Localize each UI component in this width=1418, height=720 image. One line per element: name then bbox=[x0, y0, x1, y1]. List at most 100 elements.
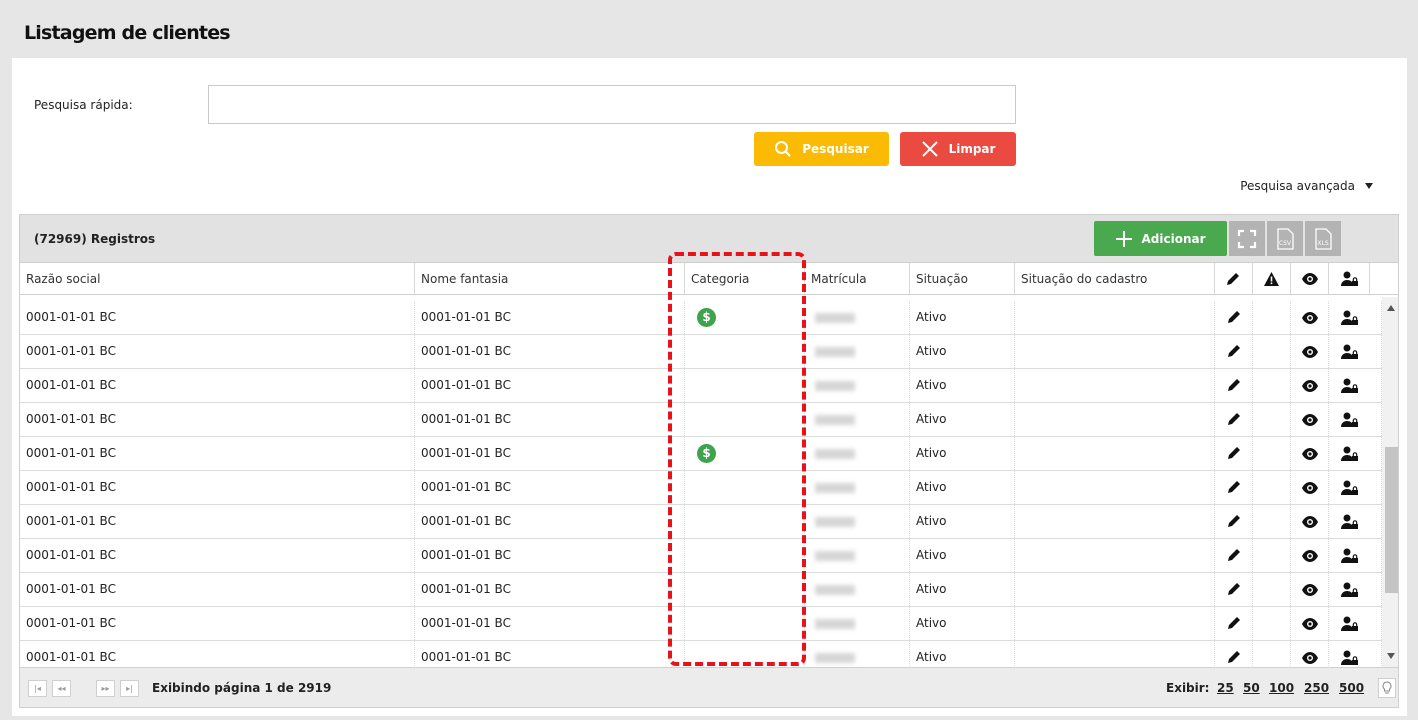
col-header-categoria[interactable]: Categoria bbox=[685, 263, 805, 295]
cell-view[interactable] bbox=[1291, 471, 1329, 504]
user-lock-icon[interactable] bbox=[1341, 513, 1359, 531]
cell-view[interactable] bbox=[1291, 335, 1329, 368]
col-header-situacao-cadastro[interactable]: Situação do cadastro bbox=[1015, 263, 1215, 295]
cell-user-access[interactable] bbox=[1329, 301, 1382, 334]
quick-search-input[interactable] bbox=[208, 85, 1016, 124]
col-header-nome-fantasia[interactable]: Nome fantasia bbox=[415, 263, 685, 295]
add-button[interactable]: Adicionar bbox=[1094, 221, 1227, 256]
eye-icon[interactable] bbox=[1301, 515, 1319, 529]
table-row[interactable]: 0001-01-01 BC 0001-01-01 BC Ativo bbox=[20, 539, 1382, 573]
page-size-500[interactable]: 500 bbox=[1339, 681, 1364, 695]
user-lock-icon[interactable] bbox=[1341, 615, 1359, 633]
table-row[interactable]: 0001-01-01 BC 0001-01-01 BC Ativo bbox=[20, 403, 1382, 437]
pencil-icon[interactable] bbox=[1226, 309, 1242, 325]
pencil-icon[interactable] bbox=[1226, 377, 1242, 393]
fullscreen-button[interactable] bbox=[1229, 221, 1265, 256]
table-row[interactable]: 0001-01-01 BC 0001-01-01 BC Ativo bbox=[20, 369, 1382, 403]
cell-user-access[interactable] bbox=[1329, 369, 1382, 402]
cell-user-access[interactable] bbox=[1329, 505, 1382, 538]
next-page-button[interactable]: ▸▸ bbox=[96, 680, 115, 697]
pencil-icon[interactable] bbox=[1226, 445, 1242, 461]
cell-edit[interactable] bbox=[1215, 369, 1253, 402]
cell-user-access[interactable] bbox=[1329, 403, 1382, 436]
user-lock-icon[interactable] bbox=[1341, 581, 1359, 599]
pencil-icon[interactable] bbox=[1226, 547, 1242, 563]
col-header-matricula[interactable]: Matrícula bbox=[805, 263, 910, 295]
cell-view[interactable] bbox=[1291, 505, 1329, 538]
pencil-icon[interactable] bbox=[1226, 479, 1242, 495]
cell-user-access[interactable] bbox=[1329, 471, 1382, 504]
eye-icon[interactable] bbox=[1301, 345, 1319, 359]
cell-view[interactable] bbox=[1291, 403, 1329, 436]
cell-view[interactable] bbox=[1291, 301, 1329, 334]
page-size-50[interactable]: 50 bbox=[1243, 681, 1260, 695]
table-row[interactable]: 0001-01-01 BC 0001-01-01 BC Ativo bbox=[20, 573, 1382, 607]
vertical-scrollbar[interactable] bbox=[1382, 297, 1398, 667]
col-header-razao-social[interactable]: Razão social bbox=[20, 263, 415, 295]
cell-user-access[interactable] bbox=[1329, 573, 1382, 606]
export-xls-button[interactable]: XLS bbox=[1305, 221, 1341, 256]
cell-edit[interactable] bbox=[1215, 573, 1253, 606]
scroll-up-icon[interactable] bbox=[1387, 305, 1395, 311]
user-lock-icon[interactable] bbox=[1341, 377, 1359, 395]
cell-user-access[interactable] bbox=[1329, 335, 1382, 368]
cell-view[interactable] bbox=[1291, 437, 1329, 470]
page-size-250[interactable]: 250 bbox=[1304, 681, 1329, 695]
pencil-icon[interactable] bbox=[1226, 649, 1242, 665]
user-lock-icon[interactable] bbox=[1341, 445, 1359, 463]
pencil-icon[interactable] bbox=[1226, 615, 1242, 631]
pencil-icon[interactable] bbox=[1226, 513, 1242, 529]
user-lock-icon[interactable] bbox=[1341, 309, 1359, 327]
cell-edit[interactable] bbox=[1215, 471, 1253, 504]
search-button[interactable]: Pesquisar bbox=[754, 132, 889, 166]
pencil-icon[interactable] bbox=[1226, 581, 1242, 597]
pencil-icon[interactable] bbox=[1226, 411, 1242, 427]
cell-edit[interactable] bbox=[1215, 505, 1253, 538]
table-row[interactable]: 0001-01-01 BC 0001-01-01 BC Ativo bbox=[20, 471, 1382, 505]
last-page-button[interactable]: ▸| bbox=[120, 680, 139, 697]
cell-edit[interactable] bbox=[1215, 335, 1253, 368]
cell-edit[interactable] bbox=[1215, 539, 1253, 572]
eye-icon[interactable] bbox=[1301, 651, 1319, 665]
lightbulb-icon[interactable] bbox=[1378, 678, 1396, 698]
scroll-thumb[interactable] bbox=[1385, 447, 1398, 593]
cell-view[interactable] bbox=[1291, 573, 1329, 606]
table-row[interactable]: 0001-01-01 BC 0001-01-01 BC Ativo bbox=[20, 607, 1382, 641]
cell-user-access[interactable] bbox=[1329, 607, 1382, 640]
eye-icon[interactable] bbox=[1301, 617, 1319, 631]
cell-user-access[interactable] bbox=[1329, 539, 1382, 572]
col-header-situacao[interactable]: Situação bbox=[910, 263, 1015, 295]
export-csv-button[interactable]: CSV bbox=[1267, 221, 1303, 256]
eye-icon[interactable] bbox=[1301, 583, 1319, 597]
table-row[interactable]: 0001-01-01 BC 0001-01-01 BC $ Ativo bbox=[20, 301, 1382, 335]
table-row[interactable]: 0001-01-01 BC 0001-01-01 BC Ativo bbox=[20, 505, 1382, 539]
prev-page-button[interactable]: ◂◂ bbox=[52, 680, 71, 697]
clear-button[interactable]: Limpar bbox=[900, 132, 1016, 166]
cell-edit[interactable] bbox=[1215, 403, 1253, 436]
cell-view[interactable] bbox=[1291, 539, 1329, 572]
scroll-down-icon[interactable] bbox=[1387, 653, 1395, 659]
user-lock-icon[interactable] bbox=[1341, 479, 1359, 497]
cell-edit[interactable] bbox=[1215, 437, 1253, 470]
first-page-button[interactable]: |◂ bbox=[28, 680, 47, 697]
cell-edit[interactable] bbox=[1215, 607, 1253, 640]
cell-user-access[interactable] bbox=[1329, 437, 1382, 470]
eye-icon[interactable] bbox=[1301, 379, 1319, 393]
table-row[interactable]: 0001-01-01 BC 0001-01-01 BC $ Ativo bbox=[20, 437, 1382, 471]
advanced-search-toggle[interactable]: Pesquisa avançada bbox=[1240, 179, 1373, 193]
pencil-icon[interactable] bbox=[1226, 343, 1242, 359]
eye-icon[interactable] bbox=[1301, 447, 1319, 461]
user-lock-icon[interactable] bbox=[1341, 649, 1359, 667]
eye-icon[interactable] bbox=[1301, 413, 1319, 427]
page-size-100[interactable]: 100 bbox=[1269, 681, 1294, 695]
cell-view[interactable] bbox=[1291, 369, 1329, 402]
eye-icon[interactable] bbox=[1301, 311, 1319, 325]
user-lock-icon[interactable] bbox=[1341, 411, 1359, 429]
user-lock-icon[interactable] bbox=[1341, 547, 1359, 565]
eye-icon[interactable] bbox=[1301, 549, 1319, 563]
page-size-25[interactable]: 25 bbox=[1217, 681, 1234, 695]
user-lock-icon[interactable] bbox=[1341, 343, 1359, 361]
eye-icon[interactable] bbox=[1301, 481, 1319, 495]
cell-edit[interactable] bbox=[1215, 301, 1253, 334]
cell-view[interactable] bbox=[1291, 607, 1329, 640]
